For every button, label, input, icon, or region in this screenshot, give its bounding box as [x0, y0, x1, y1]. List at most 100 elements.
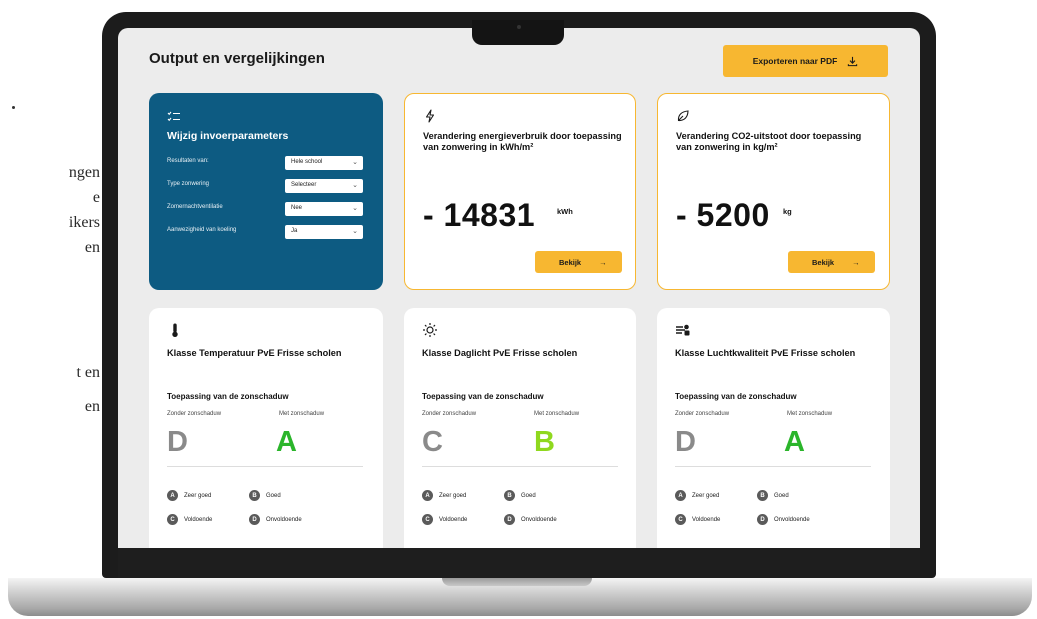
legend-badge: A — [675, 490, 686, 501]
thermometer-icon — [172, 323, 178, 337]
co2-value: - 5200 — [676, 197, 770, 233]
legend-badge: C — [675, 514, 686, 525]
shading-type-select[interactable]: Selecteer ⌄ — [285, 179, 363, 193]
class-title: Klasse Temperatuur PvE Frisse scholen — [167, 348, 342, 358]
background-text-line: ngen — [68, 164, 100, 181]
laptop-notch — [472, 20, 564, 45]
legend-label: Voldoende — [184, 516, 213, 523]
select-value: Ja — [291, 228, 298, 234]
laptop-bezel-bottom — [118, 548, 920, 578]
param-row-shading-type: Type zonwering Selecteer ⌄ — [167, 179, 365, 193]
energy-change-card: Verandering energieverbruik door toepass… — [404, 93, 636, 290]
select-value: Hele school — [291, 159, 323, 165]
param-row-cooling: Aanwezigheid van koeling Ja ⌄ — [167, 225, 365, 239]
export-pdf-label: Exporteren naar PDF — [752, 56, 838, 66]
background-text-line: ikers — [68, 214, 100, 231]
legend-label: Onvoldoende — [521, 516, 557, 523]
arrow-right-icon: → — [599, 257, 607, 267]
legend-badge: D — [249, 514, 260, 525]
grade-with: A — [276, 426, 297, 458]
grade-with: A — [784, 426, 805, 458]
select-value: Selecteer — [291, 182, 317, 188]
laptop-base-groove — [442, 578, 592, 586]
grade-without: D — [167, 426, 188, 458]
legend-badge: A — [167, 490, 178, 501]
param-label: Type zonwering — [167, 181, 210, 187]
legend-item: C Voldoende — [422, 514, 467, 525]
legend-item: A Zeer goed — [422, 490, 466, 501]
view-button-label: Bekijk — [812, 257, 835, 267]
param-label: Aanwezigheid van koeling — [167, 227, 237, 233]
without-shade-label: Zonder zonschaduw — [167, 411, 222, 417]
co2-view-button[interactable]: Bekijk → — [788, 251, 875, 273]
download-icon — [848, 56, 858, 66]
legend-badge: C — [167, 514, 178, 525]
energy-title: Verandering energieverbruik door toepass… — [423, 131, 622, 152]
legend-label: Zeer goed — [439, 492, 467, 499]
legend-label: Zeer goed — [692, 492, 720, 499]
legend-badge: A — [422, 490, 433, 501]
energy-unit: kWh — [557, 207, 573, 216]
energy-view-button[interactable]: Bekijk → — [535, 251, 622, 273]
with-shade-label: Met zonschaduw — [787, 411, 833, 417]
legend-item: C Voldoende — [675, 514, 720, 525]
results-select[interactable]: Hele school ⌄ — [285, 156, 363, 170]
background-text-line: en — [84, 398, 100, 415]
legend-item: C Voldoende — [167, 514, 212, 525]
daylight-class-card: Klasse Daglicht PvE Frisse scholen Toepa… — [404, 308, 636, 548]
without-shade-label: Zonder zonschaduw — [675, 411, 730, 417]
legend-item: B Goed — [249, 490, 281, 501]
air-quality-icon — [676, 324, 690, 336]
legend-label: Onvoldoende — [266, 516, 302, 523]
legend-item: D Onvoldoende — [249, 514, 302, 525]
divider — [167, 466, 363, 467]
export-pdf-button[interactable]: Exporteren naar PDF — [723, 45, 888, 77]
chevron-down-icon: ⌄ — [352, 205, 358, 212]
legend-item: B Goed — [504, 490, 536, 501]
energy-value: - 14831 — [423, 197, 536, 233]
background-text: ngen e ikers en t en en — [0, 0, 100, 619]
chevron-down-icon: ⌄ — [352, 159, 358, 166]
param-label: Resultaten van: — [167, 158, 209, 164]
background-text-line: t en — [76, 364, 100, 381]
legend-badge: B — [249, 490, 260, 501]
class-subtitle: Toepassing van de zonschaduw — [167, 392, 289, 401]
night-ventilation-select[interactable]: Nee ⌄ — [285, 202, 363, 216]
air-quality-class-card: Klasse Luchtkwaliteit PvE Frisse scholen… — [657, 308, 890, 548]
divider — [675, 466, 871, 467]
legend-item: A Zeer goed — [675, 490, 719, 501]
co2-title: Verandering CO2-uitstoot door toepassing… — [676, 131, 862, 152]
camera-icon — [517, 25, 521, 29]
legend-label: Goed — [266, 492, 281, 499]
background-text-line: e — [92, 189, 100, 206]
bullet-dot — [12, 106, 15, 109]
class-title: Klasse Daglicht PvE Frisse scholen — [422, 348, 578, 358]
param-row-results: Resultaten van: Hele school ⌄ — [167, 156, 365, 170]
input-parameters-card: Wijzig invoerparameters Resultaten van: … — [149, 93, 383, 290]
chevron-down-icon: ⌄ — [352, 228, 358, 235]
class-subtitle: Toepassing van de zonschaduw — [675, 392, 797, 401]
legend-label: Goed — [521, 492, 536, 499]
param-row-night-ventilation: Zomernachtventilatie Nee ⌄ — [167, 202, 365, 216]
with-shade-label: Met zonschaduw — [279, 411, 325, 417]
legend-label: Voldoende — [439, 516, 468, 523]
legend-badge: B — [504, 490, 515, 501]
checklist-icon — [167, 111, 180, 122]
legend-label: Goed — [774, 492, 789, 499]
sun-icon — [423, 323, 437, 337]
class-title: Klasse Luchtkwaliteit PvE Frisse scholen — [675, 348, 856, 358]
divider — [422, 466, 618, 467]
cooling-select[interactable]: Ja ⌄ — [285, 225, 363, 239]
class-subtitle: Toepassing van de zonschaduw — [422, 392, 544, 401]
grade-with: B — [534, 426, 555, 458]
without-shade-label: Zonder zonschaduw — [422, 411, 477, 417]
legend-item: D Onvoldoende — [504, 514, 557, 525]
legend-label: Voldoende — [692, 516, 721, 523]
view-button-label: Bekijk — [559, 257, 582, 267]
arrow-right-icon: → — [852, 257, 860, 267]
legend-badge: D — [504, 514, 515, 525]
legend-item: A Zeer goed — [167, 490, 211, 501]
co2-change-card: Verandering CO2-uitstoot door toepassing… — [657, 93, 890, 290]
legend-label: Zeer goed — [184, 492, 212, 499]
temperature-class-card: Klasse Temperatuur PvE Frisse scholen To… — [149, 308, 383, 548]
